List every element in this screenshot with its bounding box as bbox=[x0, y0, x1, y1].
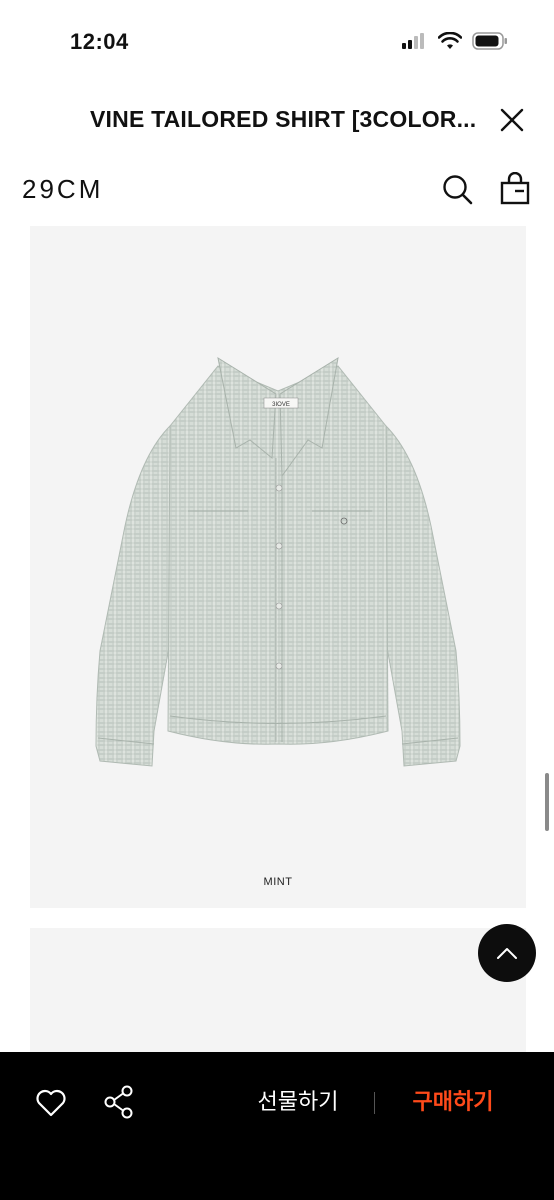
shopping-bag-icon bbox=[500, 171, 530, 205]
shirt-illustration: 3IOVE bbox=[95, 356, 461, 767]
wifi-icon bbox=[438, 32, 462, 49]
shopping-bag-button[interactable] bbox=[498, 171, 532, 206]
signal-icon bbox=[402, 33, 424, 49]
battery-icon bbox=[472, 32, 507, 50]
heart-icon bbox=[36, 1089, 66, 1117]
share-icon bbox=[104, 1085, 133, 1119]
product-title: VINE TAILORED SHIRT [3COLOR... bbox=[90, 106, 477, 132]
close-icon bbox=[500, 108, 524, 132]
gift-button[interactable]: 선물하기 bbox=[238, 1086, 358, 1120]
share-button[interactable] bbox=[102, 1084, 136, 1120]
status-icons bbox=[402, 32, 508, 50]
chevron-up-icon bbox=[497, 948, 517, 959]
product-image[interactable]: 3IOVE MINT bbox=[30, 226, 526, 908]
brand-header: 29CM bbox=[0, 160, 554, 220]
color-label: MINT bbox=[263, 876, 293, 888]
buy-button[interactable]: 구매하기 bbox=[392, 1086, 514, 1120]
status-bar: 12:04 bbox=[0, 0, 554, 86]
scroll-top-button[interactable] bbox=[478, 924, 536, 982]
bottom-action-bar: 선물하기 구매하기 bbox=[0, 1052, 554, 1200]
product-image-next[interactable] bbox=[30, 928, 526, 1058]
shirt-neck-label: 3IOVE bbox=[272, 402, 290, 408]
scrollbar[interactable] bbox=[545, 773, 549, 831]
search-icon bbox=[443, 175, 473, 205]
search-button[interactable] bbox=[440, 172, 474, 206]
action-divider bbox=[374, 1092, 375, 1114]
close-button[interactable] bbox=[496, 104, 528, 136]
brand-logo[interactable]: 29CM bbox=[22, 174, 103, 205]
like-button[interactable] bbox=[34, 1086, 68, 1120]
modal-title-row: VINE TAILORED SHIRT [3COLOR... bbox=[0, 96, 554, 146]
status-time: 12:04 bbox=[70, 29, 129, 54]
